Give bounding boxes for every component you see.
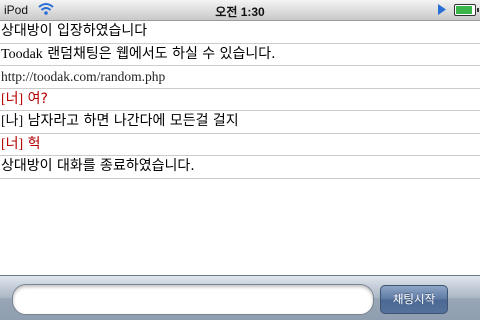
notice-url: http://toodak.com/random.php	[0, 66, 480, 89]
status-bar: iPod 오전 1:30	[0, 0, 480, 21]
message-text: 상대방이 대화를 종료하였습니다.	[1, 158, 195, 174]
message-text: 랜덤채팅은 웹에서도 하실 수 있습니다.	[42, 45, 276, 62]
battery-level	[456, 6, 472, 14]
system-message-joined: 상대방이 입장하였습니다	[0, 21, 480, 44]
system-message-ended: 상대방이 대화를 종료하였습니다.	[0, 156, 480, 179]
battery-icon	[454, 4, 479, 16]
my-message: [나] 남자라고 하면 나간다에 모든걸 걸지	[0, 111, 480, 134]
my-tag: [나]	[1, 114, 24, 129]
partner-message: [너] 헉	[0, 134, 480, 156]
message-text: 남자라고 하면 나간다에 모든걸 걸지	[23, 113, 239, 129]
message-text: 여?	[23, 90, 48, 107]
chat-log: 상대방이 입장하였습니다 Toodak 랜덤채팅은 웹에서도 하실 수 있습니다…	[0, 21, 480, 179]
brand-name: Toodak	[1, 46, 43, 62]
url-text: http://toodak.com/random.php	[1, 69, 166, 84]
partner-message: [너] 여?	[0, 89, 480, 111]
notice-message: Toodak 랜덤채팅은 웹에서도 하실 수 있습니다.	[0, 44, 480, 66]
message-text: 헉	[23, 135, 41, 152]
clock: 오전 1:30	[215, 5, 265, 19]
message-input[interactable]	[12, 284, 374, 315]
message-text: 상대방이 입장하였습니다	[1, 23, 148, 39]
partner-tag: [너]	[1, 136, 24, 152]
bottom-toolbar: 채팅시작	[0, 275, 480, 320]
play-icon	[437, 4, 447, 18]
start-chat-button[interactable]: 채팅시작	[380, 285, 448, 314]
partner-tag: [너]	[1, 91, 24, 107]
